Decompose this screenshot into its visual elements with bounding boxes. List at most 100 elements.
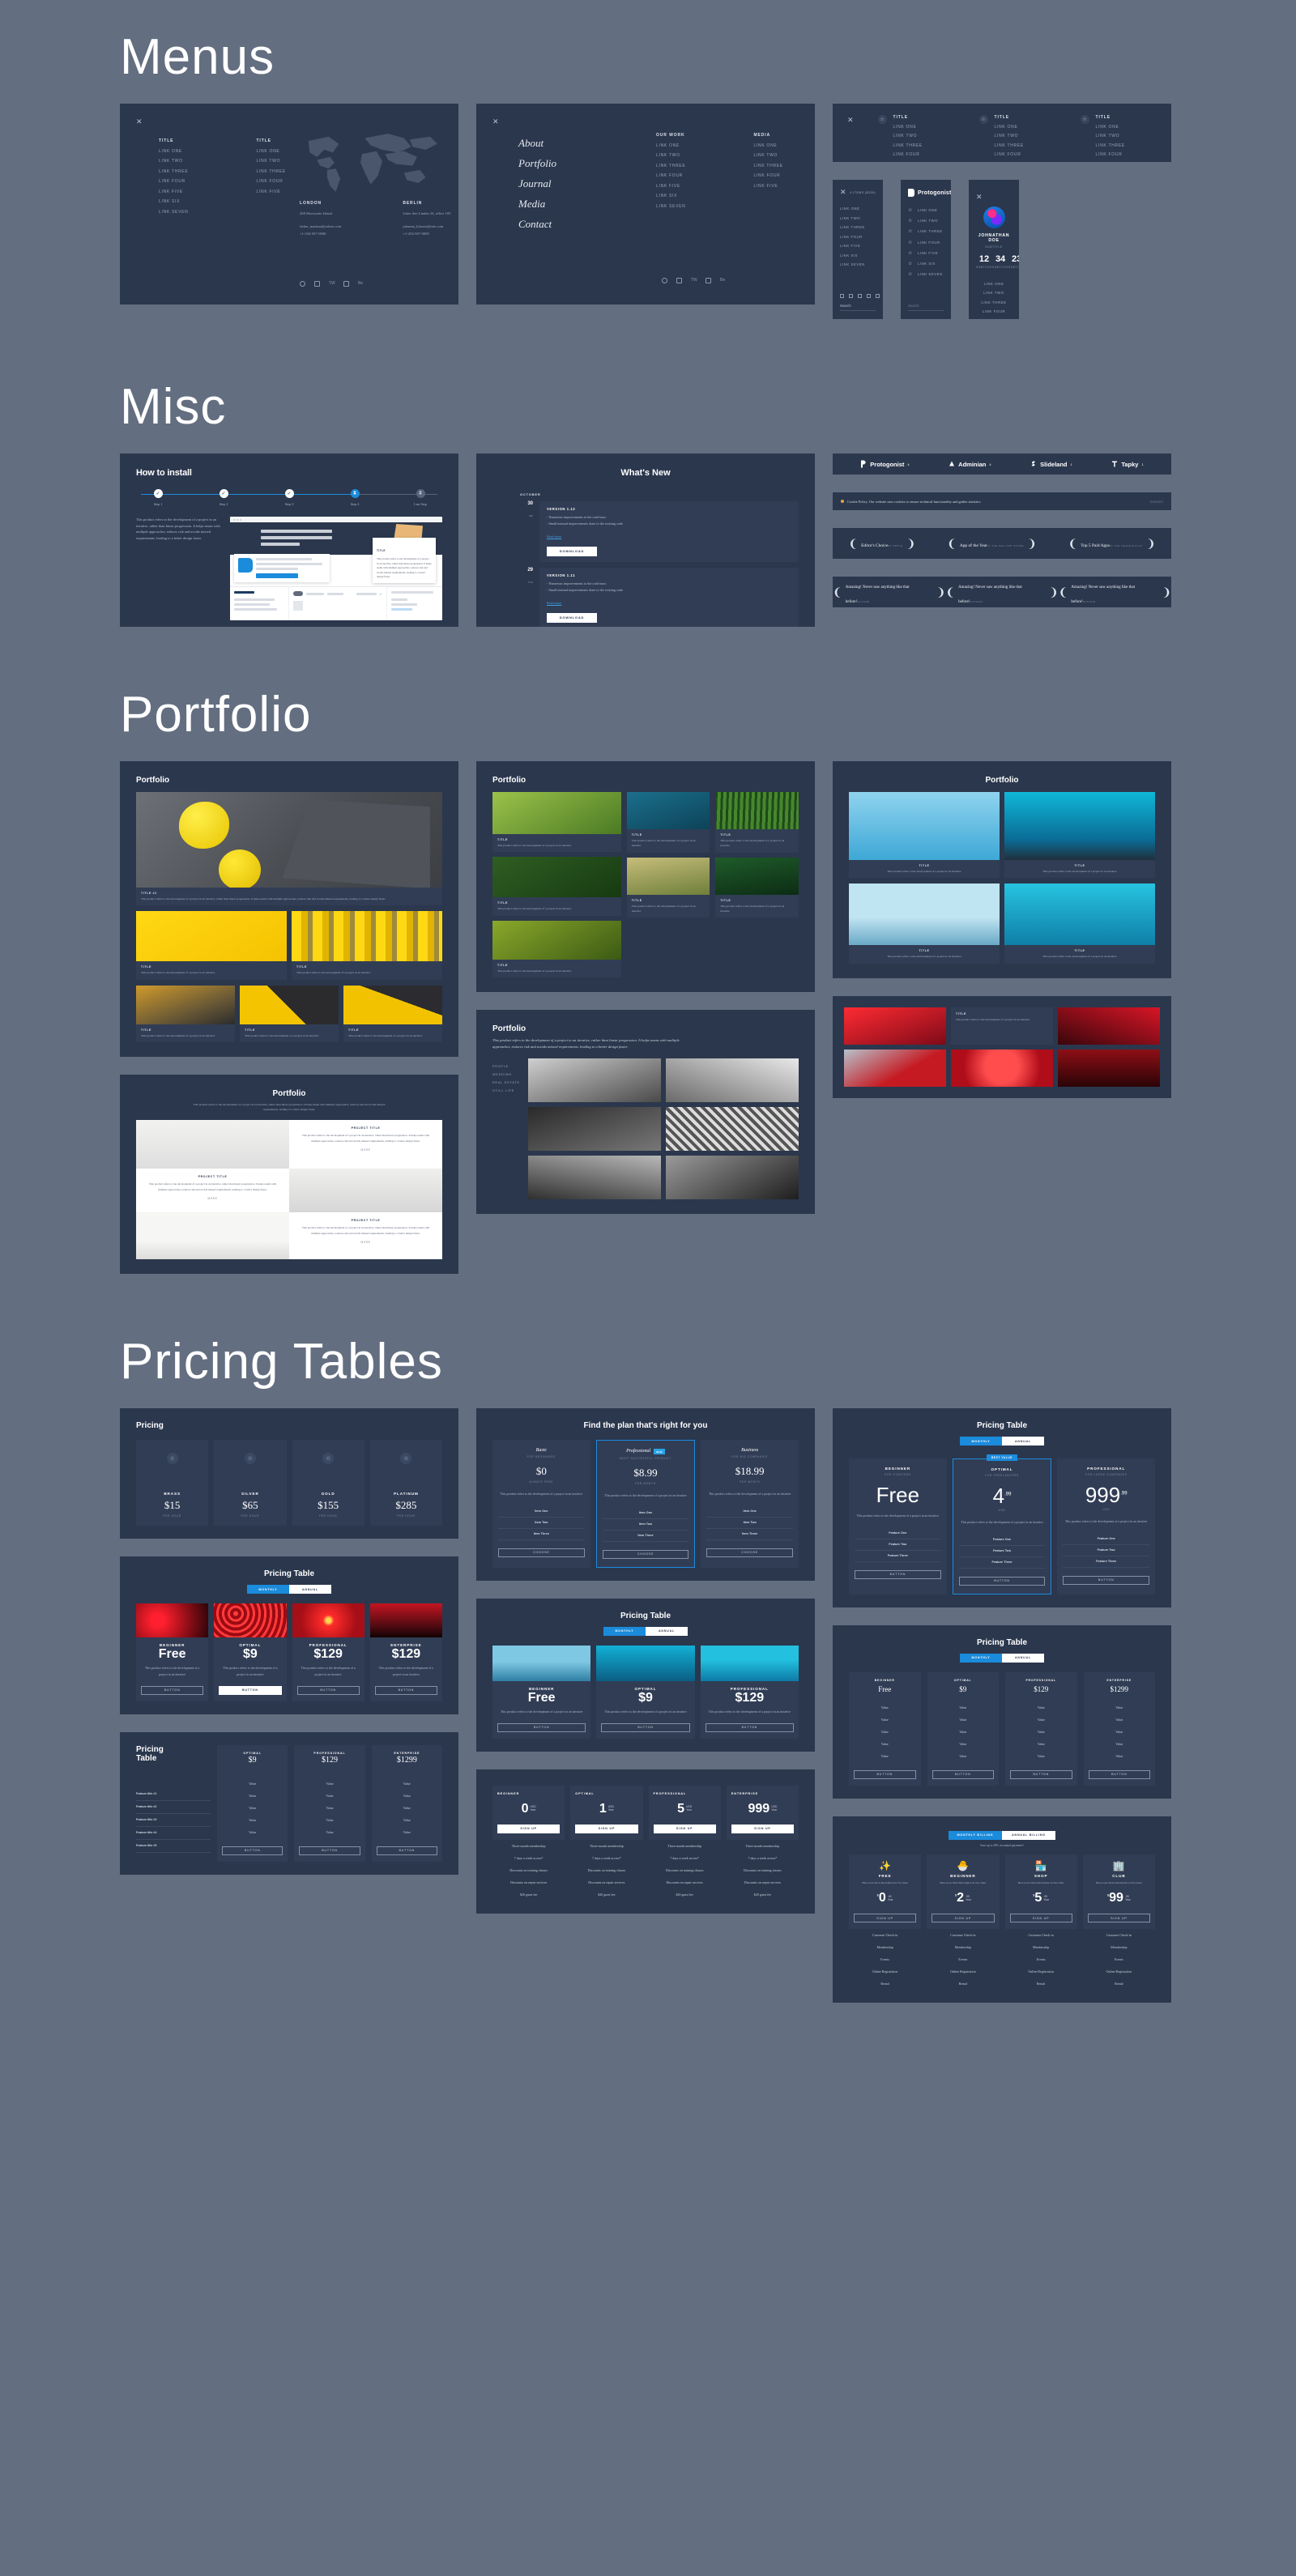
plan-brass[interactable]: ☆ BRASS $15 PER HOUR: [136, 1440, 209, 1526]
menu-link[interactable]: LINK TWO: [995, 134, 1063, 138]
close-icon[interactable]: ✕: [492, 118, 799, 126]
menu-link[interactable]: LINK ONE: [984, 282, 1004, 286]
menu-link[interactable]: LINK THREE: [981, 300, 1006, 304]
portfolio-image[interactable]: [665, 1155, 799, 1199]
menu-link[interactable]: LINK ONE: [995, 125, 1063, 130]
filter-tag-people[interactable]: PEOPLE: [492, 1065, 520, 1068]
office-phone[interactable]: +1-234-567-0000: [300, 230, 341, 238]
plan-beginner[interactable]: BEGINNER FOR STARTERS Free This product …: [849, 1458, 947, 1595]
portfolio-image[interactable]: [136, 1120, 289, 1169]
plan-cta-button[interactable]: BUTTON: [932, 1769, 994, 1779]
plan-free[interactable]: ✨ FREE Here Goes Short Description in Tw…: [849, 1854, 922, 1991]
menu-item[interactable]: ☆ LINK ONE: [908, 207, 944, 213]
toggle-annual-billing[interactable]: ANNUAL BILLING: [1002, 1830, 1055, 1840]
menu-link[interactable]: LINK TWO: [893, 134, 961, 138]
plan-beginner[interactable]: BEGINNER 0 USD Year SIGN UP Three-month me…: [492, 1785, 565, 1901]
toggle-annual[interactable]: ANNUAL: [646, 1626, 688, 1636]
portfolio-image[interactable]: [626, 857, 710, 895]
menu-link[interactable]: LINK TWO: [983, 291, 1004, 295]
menu-link[interactable]: LINK FIVE: [1096, 162, 1164, 163]
plan-cta-button[interactable]: BUTTON: [1010, 1769, 1072, 1779]
step[interactable]: ⧗ Step 4: [333, 489, 377, 506]
plan-cta-button[interactable]: CHOOSE: [498, 1548, 585, 1557]
plan-cta-button[interactable]: CHOOSE: [602, 1549, 689, 1559]
brand-protogonist[interactable]: Protogonist 4: [860, 460, 910, 468]
signup-button[interactable]: SIGN UP: [932, 1914, 995, 1923]
more-link[interactable]: MORE: [297, 1148, 434, 1152]
portfolio-item[interactable]: TITLE This product refers to the developm…: [849, 884, 1000, 964]
menu-link[interactable]: LINK FOUR: [159, 179, 188, 184]
plan-optimal[interactable]: BEST VALUE OPTIMAL FOR FREELANCERS 4.99 …: [952, 1454, 1052, 1595]
facebook-icon[interactable]: [849, 294, 853, 298]
plan-cta-button[interactable]: BUTTON: [1088, 1769, 1150, 1779]
portfolio-item[interactable]: TITLE This product refers to the developm…: [292, 911, 442, 980]
portfolio-item[interactable]: TITLE This product refers to the developm…: [1004, 884, 1155, 964]
more-link[interactable]: MORE: [144, 1197, 281, 1200]
office-phone[interactable]: +1-234-567-0000: [403, 230, 450, 238]
plan-cta-button[interactable]: BUTTON: [497, 1722, 586, 1732]
plan-cta-button[interactable]: BUTTON: [299, 1846, 360, 1855]
portfolio-image[interactable]: [715, 857, 799, 895]
billing-toggle[interactable]: MONTHLY ANNUAL: [603, 1626, 688, 1636]
menu-item[interactable]: ☆ LINK TWO: [908, 218, 944, 224]
portfolio-image[interactable]: [492, 792, 621, 834]
plan-professional[interactable]: PROFESSIONAL $129 This product refers to…: [700, 1645, 799, 1739]
brand-adminian[interactable]: Adminian 4: [949, 460, 991, 468]
menu-link[interactable]: LINK ONE: [840, 207, 876, 211]
menu-link[interactable]: LINK FIVE: [995, 162, 1063, 163]
plan-cta-button[interactable]: BUTTON: [855, 1569, 941, 1579]
read-more-link[interactable]: Read more: [547, 534, 561, 539]
toggle-annual[interactable]: ANNUAL: [1002, 1437, 1044, 1446]
menu-link[interactable]: LINK SEVEN: [840, 262, 876, 266]
plan-cta-button[interactable]: BUTTON: [705, 1722, 794, 1732]
menu-link[interactable]: LINK TWO: [1096, 134, 1164, 138]
billing-toggle[interactable]: MONTHLY BILLING ANNUAL BILLING: [949, 1830, 1055, 1840]
billing-toggle[interactable]: MONTHLY ANNUAL: [960, 1653, 1044, 1663]
menu-link[interactable]: LINK FIVE: [840, 244, 876, 248]
menu-link[interactable]: LINK THREE: [893, 143, 961, 148]
billing-toggle[interactable]: MONTHLY ANNUAL: [960, 1437, 1044, 1446]
billing-toggle[interactable]: MONTHLY ANNUAL: [247, 1585, 331, 1595]
plan-beginner[interactable]: 🐣 BEGINNER Here Goes Short Description i…: [927, 1854, 1000, 1991]
menu-link[interactable]: LINK ONE: [656, 143, 685, 148]
signup-button[interactable]: SIGN UP: [1009, 1914, 1072, 1923]
portfolio-image[interactable]: [527, 1106, 661, 1151]
plan-cta-button[interactable]: BUTTON: [376, 1846, 437, 1855]
menu-link[interactable]: LINK TWO: [840, 216, 876, 220]
toggle-monthly[interactable]: MONTHLY: [960, 1653, 1002, 1663]
instagram-icon[interactable]: [706, 278, 711, 283]
portfolio-image[interactable]: [665, 1058, 799, 1102]
signup-button[interactable]: SIGN UP: [1087, 1914, 1150, 1923]
instagram-icon[interactable]: [867, 294, 871, 298]
close-icon[interactable]: ✕: [847, 117, 854, 124]
menu-link[interactable]: LINK FOUR: [256, 179, 285, 184]
plan-shop[interactable]: 🏪 SHOP Here Goes Short Description in Tw…: [1004, 1854, 1077, 1991]
plan-cta-button[interactable]: BUTTON: [1063, 1575, 1150, 1585]
download-button[interactable]: DOWNLOAD: [547, 546, 597, 556]
portfolio-image[interactable]: [1058, 1007, 1160, 1045]
plan-gold[interactable]: ☆ GOLD $155 PER HOUR: [292, 1440, 364, 1526]
portfolio-image[interactable]: [1058, 1049, 1160, 1087]
close-icon[interactable]: ✕: [136, 118, 442, 126]
toggle-monthly-billing[interactable]: MONTHLY BILLING: [949, 1830, 1002, 1840]
portfolio-image[interactable]: [136, 792, 442, 888]
plan-professional[interactable]: PROFESSIONAL 5 USD Year SIGN UP Three-mont…: [648, 1785, 721, 1901]
office-email[interactable]: johanna_klassen@site.com: [403, 223, 450, 231]
portfolio-item[interactable]: TITLE This product refers to the developm…: [136, 985, 235, 1042]
filter-tag-real-estate[interactable]: REAL ESTATE: [492, 1081, 520, 1084]
plan-cta-button[interactable]: BUTTON: [601, 1722, 690, 1732]
search-input[interactable]: Search: [840, 304, 876, 311]
plan-optimal[interactable]: OPTIMAL $9 This product refers to the de…: [214, 1603, 287, 1701]
plan-cta-button[interactable]: BUTTON: [141, 1685, 204, 1695]
filter-tag-still-life[interactable]: STILL LIFE: [492, 1089, 520, 1092]
menu-link[interactable]: LINK FIVE: [656, 184, 685, 189]
portfolio-item[interactable]: TITLE This product refers to the developm…: [343, 985, 442, 1042]
behance-icon[interactable]: Be: [358, 281, 364, 287]
menu-item[interactable]: ☆ LINK FOUR: [908, 240, 944, 245]
google-icon[interactable]: [662, 278, 667, 283]
behance-icon[interactable]: [876, 294, 880, 298]
signup-button[interactable]: SIGN UP: [854, 1914, 917, 1923]
office-email[interactable]: fisher_martina@yahoo.com: [300, 223, 341, 231]
plan-platinum[interactable]: ☆ PLATINUM $285 PER HOUR: [369, 1440, 442, 1526]
menu-link[interactable]: LINK THREE: [753, 164, 782, 168]
